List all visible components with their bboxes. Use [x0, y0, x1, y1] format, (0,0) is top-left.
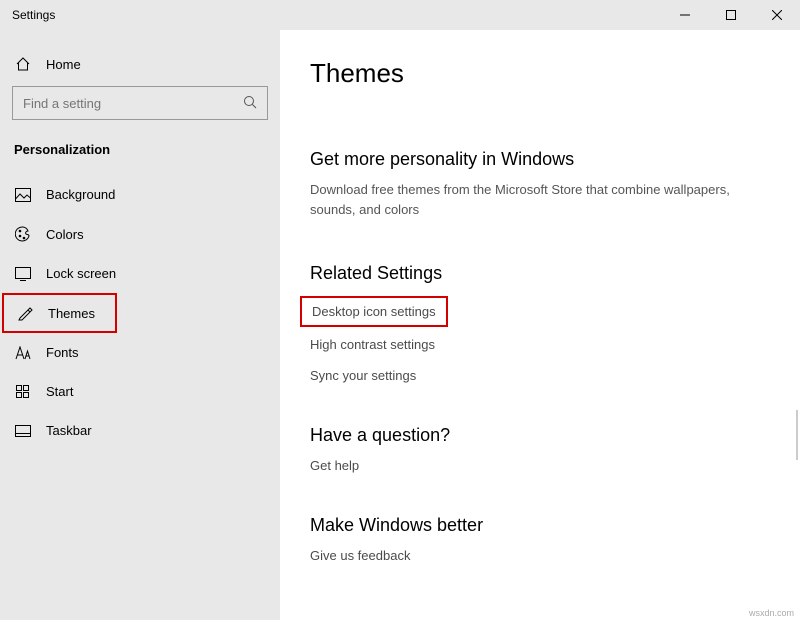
link-get-help[interactable]: Get help	[310, 456, 770, 481]
sidebar-item-start[interactable]: Start	[0, 372, 280, 411]
question-heading: Have a question?	[310, 425, 770, 446]
start-icon	[14, 385, 32, 399]
taskbar-icon	[14, 425, 32, 437]
link-high-contrast[interactable]: High contrast settings	[310, 329, 770, 360]
link-desktop-icon-settings[interactable]: Desktop icon settings	[300, 296, 448, 327]
minimize-button[interactable]	[662, 0, 708, 30]
sidebar-item-taskbar[interactable]: Taskbar	[0, 411, 280, 450]
search-input[interactable]	[12, 86, 268, 120]
sidebar-item-colors[interactable]: Colors	[0, 214, 280, 254]
related-heading: Related Settings	[310, 263, 770, 284]
fonts-icon	[14, 346, 32, 360]
sidebar-item-label: Background	[46, 187, 115, 202]
sidebar-item-themes[interactable]: Themes	[2, 293, 117, 333]
link-sync-settings[interactable]: Sync your settings	[310, 360, 770, 391]
page-title: Themes	[310, 58, 770, 89]
sidebar-item-label: Themes	[48, 306, 95, 321]
promo-heading: Get more personality in Windows	[310, 149, 770, 170]
sidebar-item-label: Fonts	[46, 345, 79, 360]
sidebar-home[interactable]: Home	[0, 48, 280, 86]
main-content: Themes Get more personality in Windows D…	[280, 30, 800, 620]
window-title: Settings	[0, 8, 55, 22]
maximize-button[interactable]	[708, 0, 754, 30]
scrollbar[interactable]	[796, 410, 798, 460]
search-icon	[243, 95, 257, 112]
search-field[interactable]	[23, 96, 243, 111]
home-icon	[14, 56, 32, 72]
sidebar: Home Personalization Background Colors L…	[0, 30, 280, 620]
link-feedback[interactable]: Give us feedback	[310, 546, 770, 571]
sidebar-item-background[interactable]: Background	[0, 175, 280, 214]
window-controls	[662, 0, 800, 30]
sidebar-item-label: Lock screen	[46, 266, 116, 281]
sidebar-item-lockscreen[interactable]: Lock screen	[0, 254, 280, 293]
watermark: wsxdn.com	[749, 608, 794, 618]
sidebar-item-fonts[interactable]: Fonts	[0, 333, 280, 372]
themes-icon	[16, 305, 34, 321]
sidebar-category: Personalization	[0, 134, 280, 175]
sidebar-item-label: Start	[46, 384, 73, 399]
sidebar-item-label: Taskbar	[46, 423, 92, 438]
titlebar: Settings	[0, 0, 800, 30]
image-icon	[14, 188, 32, 202]
sidebar-item-label: Colors	[46, 227, 84, 242]
promo-body: Download free themes from the Microsoft …	[310, 180, 770, 219]
palette-icon	[14, 226, 32, 242]
sidebar-home-label: Home	[46, 57, 81, 72]
close-button[interactable]	[754, 0, 800, 30]
lockscreen-icon	[14, 267, 32, 281]
feedback-heading: Make Windows better	[310, 515, 770, 536]
